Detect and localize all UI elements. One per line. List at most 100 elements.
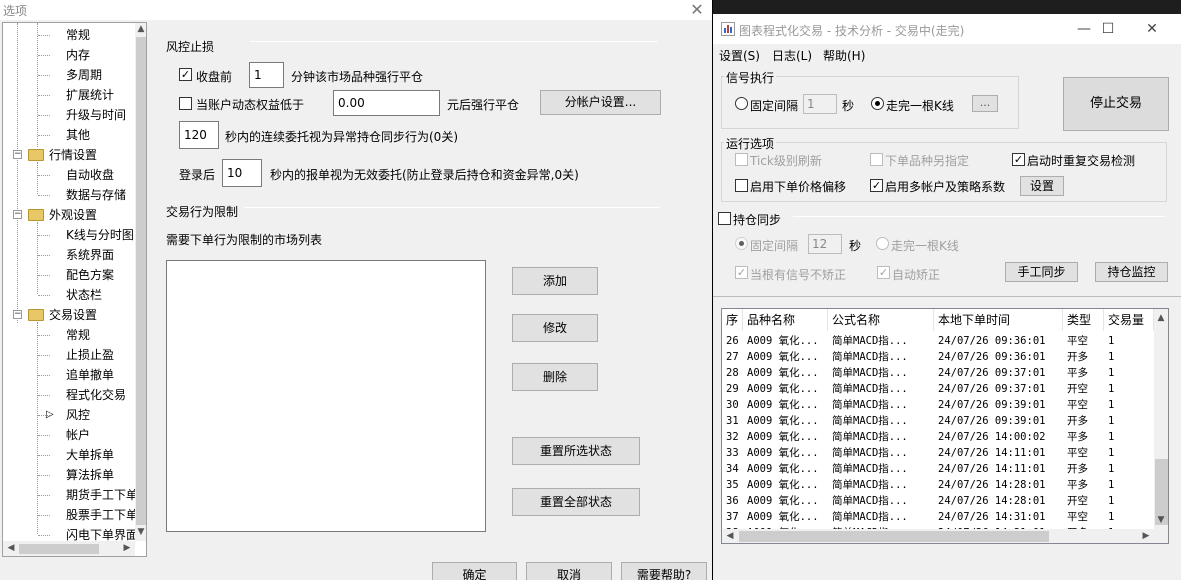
tree-item[interactable]: 闪电下单界面 xyxy=(66,525,135,541)
column-header[interactable]: 本地下单时间 xyxy=(934,309,1063,331)
finish-bar-radio[interactable] xyxy=(871,97,884,110)
stop-trading-button[interactable]: 停止交易 xyxy=(1063,77,1169,131)
scroll-down-icon[interactable]: ▼ xyxy=(135,527,146,537)
scroll-right-icon[interactable]: ▶ xyxy=(121,543,133,553)
market-list-label: 需要下单行为限制的市场列表 xyxy=(166,233,323,247)
cancel-button[interactable]: 取消 xyxy=(526,562,612,580)
equity-checkbox[interactable] xyxy=(179,97,192,110)
table-cell: A009 氧化... xyxy=(747,383,819,395)
scroll-up-icon[interactable]: ▲ xyxy=(1155,313,1167,323)
table-horizontal-scrollbar[interactable]: ◀ ▶ xyxy=(722,529,1168,543)
position-monitor-button[interactable]: 持仓监控 xyxy=(1095,262,1168,282)
scroll-down-icon[interactable]: ▼ xyxy=(1155,515,1167,525)
column-header[interactable]: 序 xyxy=(722,309,743,331)
multi-account-checkbox[interactable]: ✓ xyxy=(870,179,883,192)
scroll-up-icon[interactable]: ▲ xyxy=(135,24,146,34)
seconds-input[interactable]: 120 xyxy=(179,121,219,149)
tree-item[interactable]: 期货手工下单 xyxy=(66,485,135,505)
close-before-minutes-input[interactable]: 1 xyxy=(249,62,284,88)
close-icon[interactable]: ✕ xyxy=(1129,14,1175,44)
tick-refresh-checkbox[interactable] xyxy=(735,153,748,166)
sync-fixed-interval-radio[interactable] xyxy=(735,237,748,250)
signal-interval-input[interactable]: 1 xyxy=(803,94,837,114)
table-cell: 平多 xyxy=(1067,431,1088,443)
login-seconds-input[interactable]: 10 xyxy=(222,159,262,187)
tree-group-item[interactable]: 行情设置 xyxy=(49,145,97,165)
tree-item[interactable]: 程式化交易 xyxy=(66,385,126,405)
edit-button[interactable]: 修改 xyxy=(512,314,598,342)
tree-item[interactable]: 追单撤单 xyxy=(66,365,114,385)
tree-scroll-thumb[interactable] xyxy=(136,37,146,525)
tree-hscroll-thumb[interactable] xyxy=(19,544,99,554)
scroll-left-icon[interactable]: ◀ xyxy=(5,543,17,553)
table-hscroll-thumb[interactable] xyxy=(739,531,1049,542)
tree-item[interactable]: 扩展统计 xyxy=(66,85,114,105)
multi-account-settings-button[interactable]: 设置 xyxy=(1020,176,1064,196)
equity-threshold-input[interactable]: 0.00 xyxy=(333,90,440,116)
market-listbox[interactable] xyxy=(166,260,486,532)
table-cell: 24/07/26 14:11:01 xyxy=(938,463,1046,475)
tree-guide-line xyxy=(17,23,18,323)
tree-item[interactable]: 风控 xyxy=(66,405,90,425)
tree-item[interactable]: 算法拆单 xyxy=(66,465,114,485)
column-header[interactable]: 品种名称 xyxy=(743,309,828,331)
manual-sync-button[interactable]: 手工同步 xyxy=(1005,262,1078,282)
column-header[interactable]: 交易量 xyxy=(1104,309,1154,331)
table-cell: 24/07/26 09:39:01 xyxy=(938,399,1046,411)
tree-guide-line xyxy=(38,375,50,376)
close-before-checkbox[interactable]: ✓ xyxy=(179,68,192,81)
tree-item[interactable]: 股票手工下单 xyxy=(66,505,135,525)
tree-item[interactable]: 其他 xyxy=(66,125,90,145)
tree-horizontal-scrollbar[interactable]: ◀ ▶ xyxy=(3,541,135,556)
collapse-toggle-icon[interactable]: − xyxy=(13,150,22,159)
delete-button[interactable]: 删除 xyxy=(512,363,598,391)
column-header[interactable]: 类型 xyxy=(1063,309,1104,331)
tree-item[interactable]: K线与分时图 xyxy=(66,225,134,245)
maximize-icon[interactable]: ☐ xyxy=(1085,14,1131,44)
fixed-interval-radio[interactable] xyxy=(735,97,748,110)
tree-item[interactable]: 大单拆单 xyxy=(66,445,114,465)
tree-item[interactable]: 数据与存储 xyxy=(66,185,126,205)
tree-item[interactable]: 状态栏 xyxy=(66,285,102,305)
menu-settings[interactable]: 设置(S) xyxy=(719,47,760,64)
menu-help[interactable]: 帮助(H) xyxy=(823,47,865,64)
table-vertical-scrollbar[interactable]: ▲ ▼ xyxy=(1154,309,1168,529)
collapse-toggle-icon[interactable]: − xyxy=(13,310,22,319)
order-variety-checkbox[interactable] xyxy=(870,153,883,166)
tree-group-item[interactable]: 外观设置 xyxy=(49,205,97,225)
tree-item[interactable]: 多周期 xyxy=(66,65,102,85)
auto-correct-checkbox[interactable]: ✓ xyxy=(877,266,890,279)
sub-account-settings-button[interactable]: 分帐户设置... xyxy=(540,90,661,115)
tree-item[interactable]: 系统界面 xyxy=(66,245,114,265)
price-offset-checkbox[interactable] xyxy=(735,179,748,192)
tree-item[interactable]: 配色方案 xyxy=(66,265,114,285)
restart-check-checkbox[interactable]: ✓ xyxy=(1012,153,1025,166)
ok-button[interactable]: 确定 xyxy=(432,562,517,580)
collapse-toggle-icon[interactable]: − xyxy=(13,210,22,219)
menu-log[interactable]: 日志(L) xyxy=(772,47,812,64)
table-cell: 1 xyxy=(1108,383,1115,395)
tree-vertical-scrollbar[interactable]: ▲ ▼ xyxy=(135,23,146,541)
tree-item[interactable]: 帐户 xyxy=(66,425,90,445)
reset-selected-button[interactable]: 重置所选状态 xyxy=(512,437,640,465)
close-icon[interactable]: ✕ xyxy=(688,1,706,19)
help-button[interactable]: 需要帮助? xyxy=(621,562,707,580)
no-correct-checkbox[interactable]: ✓ xyxy=(735,266,748,279)
tree-item[interactable]: 止损止盈 xyxy=(66,345,114,365)
tree-item[interactable]: 升级与时间 xyxy=(66,105,126,125)
tree-item[interactable]: 内存 xyxy=(66,45,90,65)
tree-item[interactable]: 常规 xyxy=(66,25,90,45)
reset-all-button[interactable]: 重置全部状态 xyxy=(512,488,640,516)
table-cell: 平多 xyxy=(1067,367,1088,379)
tree-item[interactable]: 自动收盘 xyxy=(66,165,114,185)
column-header[interactable]: 公式名称 xyxy=(828,309,934,331)
position-sync-checkbox[interactable] xyxy=(718,212,731,225)
tree-item[interactable]: 常规 xyxy=(66,325,90,345)
scroll-left-icon[interactable]: ◀ xyxy=(724,531,736,541)
add-button[interactable]: 添加 xyxy=(512,267,598,295)
sync-finish-bar-radio[interactable] xyxy=(876,237,889,250)
tree-group-item[interactable]: 交易设置 xyxy=(49,305,97,325)
sync-interval-input[interactable]: 12 xyxy=(808,234,842,254)
more-options-button[interactable]: ... xyxy=(972,95,998,112)
scroll-right-icon[interactable]: ▶ xyxy=(1140,531,1152,541)
